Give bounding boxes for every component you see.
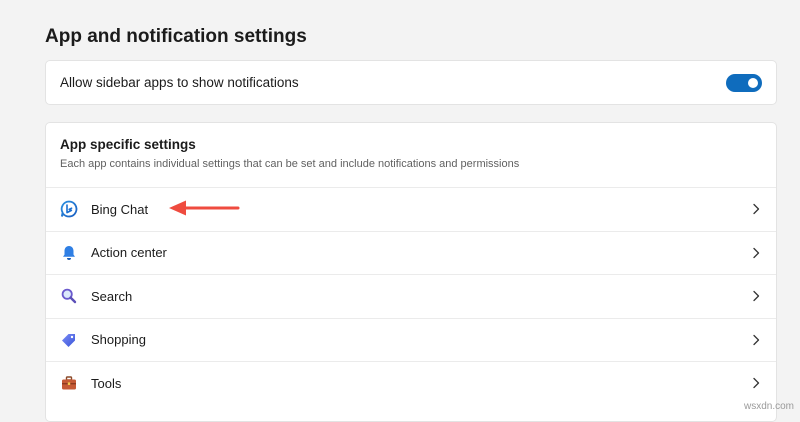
watermark-text: wsxdn.com xyxy=(743,401,794,412)
search-icon xyxy=(60,287,78,305)
notifications-toggle-label: Allow sidebar apps to show notifications xyxy=(60,75,299,90)
app-row-action-center[interactable]: Action center xyxy=(46,230,776,275)
notifications-toggle[interactable] xyxy=(726,73,762,92)
app-specific-title: App specific settings xyxy=(60,137,196,152)
bell-icon xyxy=(60,244,78,262)
bing-chat-icon xyxy=(60,200,78,218)
chevron-right-icon xyxy=(750,334,762,346)
app-row-bing-chat[interactable]: Bing Chat xyxy=(46,187,776,231)
app-list: Bing Chat Action center Search Shopping … xyxy=(46,187,776,405)
app-specific-header: App specific settings Each app contains … xyxy=(46,123,776,173)
notifications-card: Allow sidebar apps to show notifications xyxy=(45,60,777,105)
red-arrow-annotation xyxy=(168,199,240,217)
app-label: Shopping xyxy=(91,332,146,348)
app-label: Search xyxy=(91,288,133,304)
app-specific-settings-card: App specific settings Each app contains … xyxy=(45,122,777,422)
chevron-right-icon xyxy=(750,377,762,389)
app-row-shopping[interactable]: Shopping xyxy=(46,317,776,362)
app-specific-description: Each app contains individual settings th… xyxy=(60,158,520,170)
shopping-tag-icon xyxy=(60,331,78,349)
app-label: Tools xyxy=(91,375,122,391)
app-label: Action center xyxy=(91,245,167,261)
app-row-tools[interactable]: Tools xyxy=(46,361,776,405)
chevron-right-icon xyxy=(750,290,762,302)
chevron-right-icon xyxy=(750,203,762,215)
toggle-knob xyxy=(748,77,758,88)
chevron-right-icon xyxy=(750,247,762,259)
app-row-search[interactable]: Search xyxy=(46,274,776,318)
toolbox-icon xyxy=(60,374,78,392)
page-title: App and notification settings xyxy=(45,26,307,47)
